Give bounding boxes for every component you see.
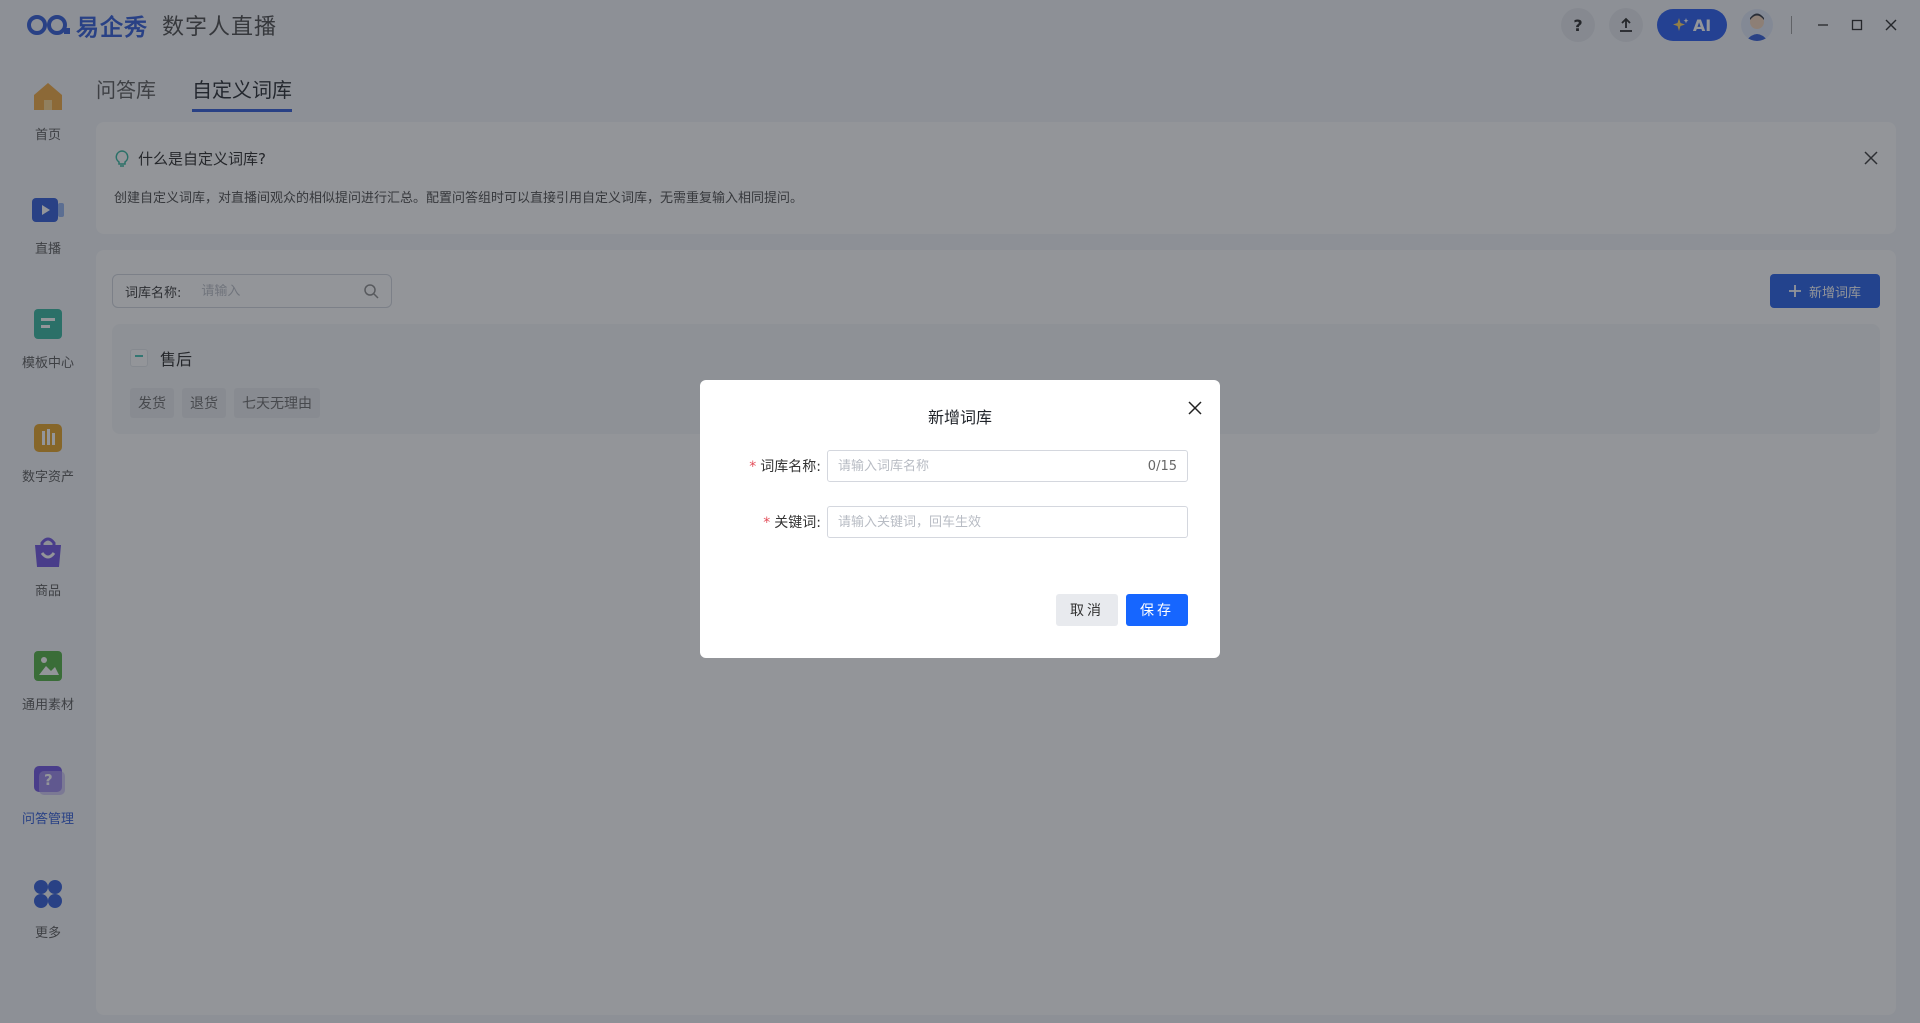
- save-button[interactable]: 保存: [1126, 594, 1188, 626]
- required-mark: *: [763, 515, 771, 531]
- dialog-close-button[interactable]: [1188, 396, 1202, 420]
- library-name-input[interactable]: [838, 458, 1148, 474]
- add-library-dialog: 新增词库 *词库名称: 0/15 *关键词: 取消 保存: [700, 380, 1220, 658]
- keyword-input[interactable]: [838, 514, 1177, 530]
- char-counter: 0/15: [1147, 458, 1177, 474]
- name-label: 词库名称:: [760, 459, 821, 475]
- name-field[interactable]: 0/15: [827, 450, 1188, 482]
- dialog-title: 新增词库: [927, 408, 992, 427]
- keyword-row: * 关键词:: [700, 506, 1220, 538]
- required-mark: *: [749, 459, 757, 475]
- close-icon: [1188, 401, 1202, 415]
- name-row: *词库名称: 0/15: [700, 450, 1220, 482]
- keyword-label: 关键词:: [774, 515, 821, 531]
- cancel-button[interactable]: 取消: [1056, 594, 1118, 626]
- keyword-field[interactable]: [827, 506, 1188, 538]
